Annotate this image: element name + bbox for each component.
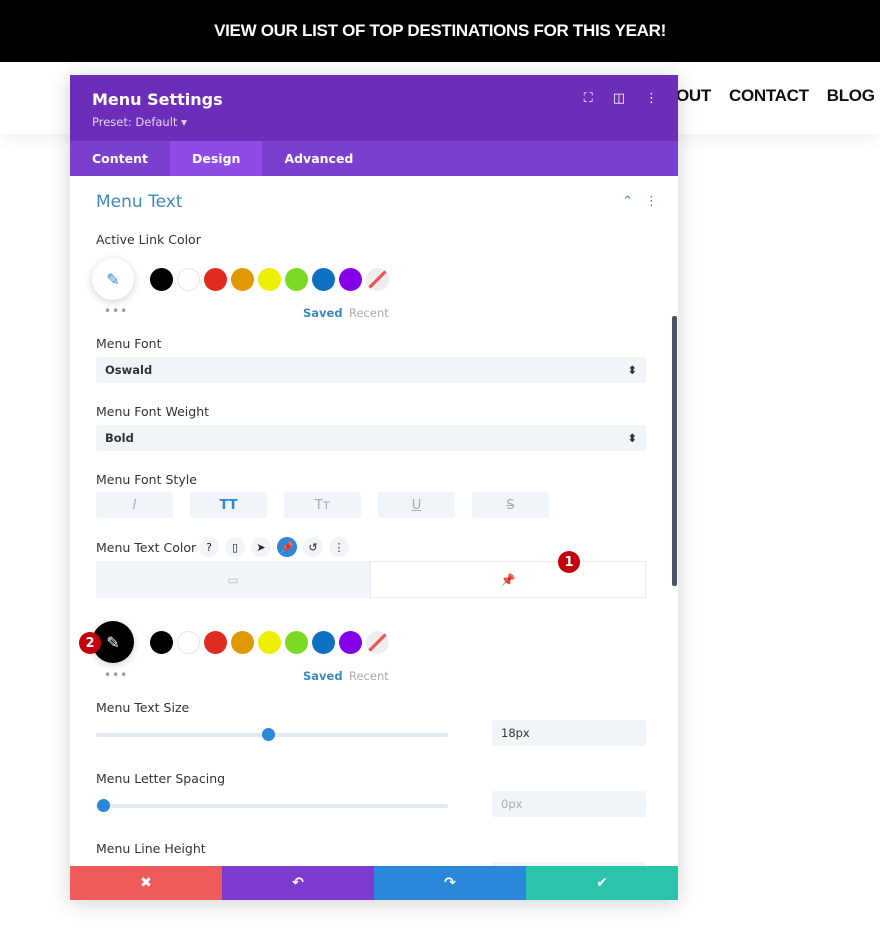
mobile-icon[interactable]: ▯ [225,537,245,557]
color-swatch[interactable] [339,267,362,291]
color-swatch[interactable] [177,630,200,654]
menu-letter-spacing-slider[interactable] [96,799,448,812]
italic-button[interactable]: I [96,492,173,518]
color-swatch[interactable] [339,630,362,654]
color-swatch[interactable] [150,630,173,654]
menu-text-size-slider[interactable] [96,728,448,741]
menu-font-weight-select[interactable]: Bold ⬍ [96,425,646,451]
color-swatch[interactable] [312,267,335,291]
section-more-icon[interactable]: ⋮ [645,194,658,209]
color-swatch[interactable] [312,630,335,654]
more-options-icon[interactable]: ⋮ [645,91,658,106]
section-title[interactable]: Menu Text [96,192,182,212]
split-view-icon[interactable]: ◫ [613,91,625,106]
slider-handle[interactable] [262,728,276,741]
menu-font-value: Oswald [105,363,153,377]
no-color-swatch[interactable] [366,630,389,654]
menu-text-color-label: Menu Text Color [96,540,197,555]
select-arrows-icon: ⬍ [627,431,637,445]
preset-dropdown[interactable]: Preset: Default ▾ [92,115,187,129]
menu-font-weight-value: Bold [105,431,134,445]
panel-body: Menu Text ⌃ ⋮ Active Link Color ✎ ••• Sav… [70,176,678,866]
scrollbar[interactable] [672,316,677,586]
saved-tab[interactable]: Saved [303,306,343,320]
cancel-button[interactable]: ✖ [70,866,222,900]
nav-blog[interactable]: BLOG [827,86,875,106]
menu-font-weight-label: Menu Font Weight [96,404,210,419]
uppercase-button[interactable]: TT [190,492,267,518]
tab-design[interactable]: Design [170,141,263,176]
color-swatch[interactable] [177,267,200,291]
active-link-color-label: Active Link Color [96,232,201,247]
menu-settings-panel: Menu Settings Preset: Default ▾ ⛶ ◫ ⋮ Co… [70,75,678,900]
color-swatch[interactable] [204,267,227,291]
color-swatch[interactable] [285,267,308,291]
menu-letter-spacing-label: Menu Letter Spacing [96,771,226,786]
recent-tab[interactable]: Recent [349,306,389,320]
color-swatch[interactable] [231,630,254,654]
strikethrough-button[interactable]: S [472,492,549,518]
chevron-up-icon[interactable]: ⌃ [622,194,633,209]
hover-cursor-icon[interactable]: ➤ [251,537,271,557]
sticky-pin-icon[interactable]: 📌 [277,537,297,557]
step-badge-1: 1 [558,551,580,573]
menu-text-size-label: Menu Text Size [96,700,190,715]
slider-handle[interactable] [97,799,111,812]
desktop-icon: ▭ [227,572,239,587]
saved-tab[interactable]: Saved [303,669,343,683]
panel-tabs: Content Design Advanced [70,141,678,176]
nav-contact[interactable]: CONTACT [729,86,809,106]
redo-button[interactable]: ↷ [374,866,526,900]
save-button[interactable]: ✔ [526,866,678,900]
panel-title: Menu Settings [92,90,223,109]
menu-letter-spacing-input[interactable]: 0px [492,791,646,817]
menu-font-label: Menu Font [96,336,162,351]
sticky-state-tab[interactable]: 📌 [370,561,646,598]
more-colors-icon[interactable]: ••• [104,668,128,682]
panel-footer: ✖ ↶ ↷ ✔ [70,866,678,900]
no-color-swatch[interactable] [366,267,389,291]
desktop-state-tab[interactable]: ▭ [96,561,370,598]
capitalize-button[interactable]: Tт [284,492,361,518]
fullscreen-icon[interactable]: ⛶ [584,91,593,106]
step-badge-2: 2 [79,632,101,654]
promo-banner: VIEW OUR LIST OF TOP DESTINATIONS FOR TH… [0,0,880,62]
menu-font-select[interactable]: Oswald ⬍ [96,357,646,383]
color-swatch[interactable] [258,630,281,654]
recent-tab[interactable]: Recent [349,669,389,683]
nav-about[interactable]: OUT [676,86,711,106]
select-arrows-icon: ⬍ [627,363,637,377]
options-icon[interactable]: ⋮ [329,537,349,557]
color-swatch[interactable] [231,267,254,291]
undo-button[interactable]: ↶ [222,866,374,900]
more-colors-icon[interactable]: ••• [104,304,128,318]
tab-content[interactable]: Content [70,141,170,176]
color-swatch[interactable] [204,630,227,654]
help-icon[interactable]: ? [199,537,219,557]
color-swatch[interactable] [258,267,281,291]
panel-header: Menu Settings Preset: Default ▾ ⛶ ◫ ⋮ [70,75,678,141]
pin-icon: 📌 [500,572,516,587]
color-swatch[interactable] [150,267,173,291]
menu-line-height-label: Menu Line Height [96,841,206,856]
underline-button[interactable]: U [378,492,455,518]
reset-icon[interactable]: ↺ [303,537,323,557]
menu-font-style-label: Menu Font Style [96,472,197,487]
tab-advanced[interactable]: Advanced [262,141,375,176]
eyedropper-icon[interactable]: ✎ [92,258,134,300]
banner-text: VIEW OUR LIST OF TOP DESTINATIONS FOR TH… [214,21,666,40]
color-swatch[interactable] [285,630,308,654]
menu-text-size-input[interactable]: 18px [492,720,646,746]
